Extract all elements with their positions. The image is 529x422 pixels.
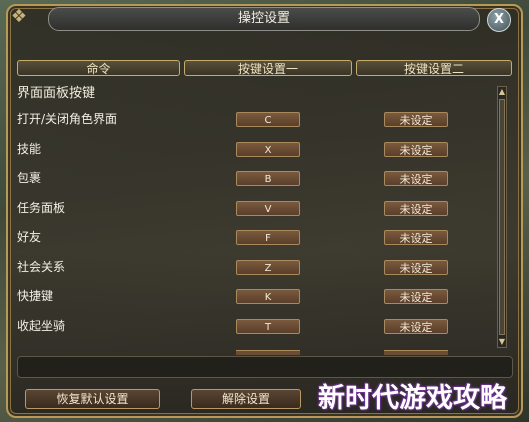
restore-default-button[interactable]: 恢复默认设置 bbox=[25, 389, 160, 409]
watermark-logo: 新时代游戏攻略 bbox=[318, 383, 507, 414]
column-header-command: 命令 bbox=[17, 60, 180, 76]
command-label: 任务面板 bbox=[17, 201, 66, 215]
key1-button[interactable]: X bbox=[236, 142, 300, 157]
table-row: 任务面板 V 未设定 bbox=[17, 197, 487, 219]
scrollbar[interactable]: ▲ ▼ bbox=[497, 86, 507, 348]
command-label: 社会关系 bbox=[17, 260, 66, 274]
key1-button[interactable]: F bbox=[236, 230, 300, 245]
section-title: 界面面板按键 bbox=[17, 86, 96, 101]
scroll-down-arrow-icon[interactable]: ▼ bbox=[498, 338, 506, 346]
key2-button[interactable] bbox=[384, 350, 448, 355]
key2-button[interactable]: 未设定 bbox=[384, 319, 448, 334]
column-header-key2: 按键设置二 bbox=[356, 60, 512, 76]
corner-ornament-left: ❖ bbox=[10, 6, 28, 27]
table-row: 打开/关闭角色界面 C 未设定 bbox=[17, 108, 487, 130]
key1-button[interactable]: C bbox=[236, 112, 300, 127]
table-row: 社会关系 Z 未设定 bbox=[17, 256, 487, 278]
command-label: 收起坐骑 bbox=[17, 319, 66, 333]
key2-button[interactable]: 未设定 bbox=[384, 142, 448, 157]
command-label: 快捷键 bbox=[17, 289, 54, 303]
key1-button[interactable]: Z bbox=[236, 260, 300, 275]
info-bar bbox=[17, 356, 513, 378]
key2-button[interactable]: 未设定 bbox=[384, 289, 448, 304]
table-row: 好友 F 未设定 bbox=[17, 226, 487, 248]
key1-button[interactable]: T bbox=[236, 319, 300, 334]
key1-button[interactable]: V bbox=[236, 201, 300, 216]
unbind-button[interactable]: 解除设置 bbox=[191, 389, 301, 409]
key2-button[interactable]: 未设定 bbox=[384, 112, 448, 127]
scroll-up-arrow-icon[interactable]: ▲ bbox=[498, 88, 506, 96]
key1-button[interactable] bbox=[236, 350, 300, 355]
key1-button[interactable]: K bbox=[236, 289, 300, 304]
scrollbar-thumb[interactable] bbox=[499, 99, 505, 335]
key2-button[interactable]: 未设定 bbox=[384, 260, 448, 275]
key1-button[interactable]: B bbox=[236, 171, 300, 186]
close-button[interactable]: X bbox=[487, 8, 511, 32]
table-row: 技能 X 未设定 bbox=[17, 138, 487, 160]
key2-button[interactable]: 未设定 bbox=[384, 230, 448, 245]
table-row: 快捷键 K 未设定 bbox=[17, 285, 487, 307]
command-label: 包裹 bbox=[17, 171, 42, 185]
command-label: 好友 bbox=[17, 230, 42, 244]
table-row: 收起坐骑 T 未设定 bbox=[17, 315, 487, 337]
command-label: 技能 bbox=[17, 142, 42, 156]
command-label: 打开/关闭角色界面 bbox=[17, 112, 118, 126]
key2-button[interactable]: 未设定 bbox=[384, 171, 448, 186]
table-row-partial bbox=[17, 347, 487, 355]
column-header-key1: 按键设置一 bbox=[184, 60, 352, 76]
table-row: 包裹 B 未设定 bbox=[17, 167, 487, 189]
key2-button[interactable]: 未设定 bbox=[384, 201, 448, 216]
window-title: 操控设置 bbox=[48, 7, 480, 31]
